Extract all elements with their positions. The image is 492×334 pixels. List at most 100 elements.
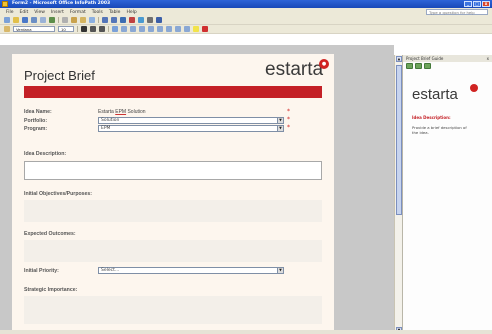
hyperlink-icon[interactable] — [138, 17, 144, 23]
format-painter-icon[interactable] — [89, 17, 95, 23]
copy-icon[interactable] — [71, 17, 77, 23]
task-pane-header: Project Brief Guide x — [403, 55, 492, 62]
window-controls: _ □ x — [464, 1, 490, 7]
status-bar — [0, 330, 492, 334]
window-titlebar: Form2 - Microsoft Office InfoPath 2003 _… — [0, 0, 492, 8]
header-band — [24, 86, 322, 98]
task-pane-close-icon[interactable]: x — [487, 55, 489, 62]
window-title: Form2 - Microsoft Office InfoPath 2003 — [12, 1, 111, 6]
menu-file[interactable]: File — [6, 10, 14, 15]
initial-priority-select[interactable]: Select... ▼ — [98, 267, 284, 274]
form-page: Project Brief estarta ● Idea Name: Estar… — [12, 54, 334, 332]
strategic-importance-input[interactable] — [24, 296, 322, 324]
strategic-importance-label: Strategic Importance: — [24, 287, 78, 293]
font-size-select[interactable]: 10 — [58, 26, 74, 32]
back-icon[interactable] — [406, 63, 413, 69]
open-icon[interactable] — [13, 17, 19, 23]
align-right-icon[interactable] — [130, 26, 136, 32]
align-center-icon[interactable] — [121, 26, 127, 32]
expected-outcomes-input[interactable] — [24, 240, 322, 262]
highlight-icon[interactable] — [193, 26, 199, 32]
portfolio-label: Portfolio: — [24, 118, 48, 124]
required-mark: * — [287, 116, 290, 123]
underline-icon[interactable] — [99, 26, 105, 32]
redo-icon[interactable] — [111, 17, 117, 23]
font-color-icon[interactable] — [202, 26, 208, 32]
required-mark: * — [287, 108, 290, 115]
idea-description-input[interactable] — [24, 161, 322, 180]
close-icon[interactable]: x — [482, 1, 490, 7]
home-icon[interactable] — [424, 63, 431, 69]
italic-icon[interactable] — [90, 26, 96, 32]
idea-name-value-marked: EPM — [115, 109, 127, 115]
task-pane: Project Brief Guide x estarta Idea Descr… — [402, 55, 492, 334]
expected-outcomes-label: Expected Outcomes: — [24, 231, 76, 237]
standard-toolbar — [0, 16, 492, 25]
bullets-icon[interactable] — [166, 26, 172, 32]
menu-view[interactable]: View — [34, 10, 45, 15]
initial-objectives-input[interactable] — [24, 200, 322, 222]
vertical-scrollbar[interactable]: ▲ ▼ — [394, 55, 402, 334]
font-name-select[interactable]: Verdana — [13, 26, 55, 32]
menu-help[interactable]: Help — [126, 10, 136, 15]
numbering-icon[interactable] — [157, 26, 163, 32]
dropdown-arrow-icon[interactable]: ▼ — [277, 118, 283, 123]
menu-insert[interactable]: Insert — [51, 10, 64, 15]
justify-icon[interactable] — [139, 26, 145, 32]
task-pane-logo: estarta — [412, 86, 458, 103]
menu-tools[interactable]: Tools — [92, 10, 103, 15]
program-value: EPM — [101, 126, 111, 131]
toolbar-separator — [98, 17, 99, 23]
cut-icon[interactable] — [62, 17, 68, 23]
program-label: Program: — [24, 126, 48, 132]
app-icon — [2, 1, 8, 7]
toolbar-separator — [108, 26, 109, 32]
formatting-toolbar: Verdana 10 — [0, 25, 492, 34]
insert-table-icon[interactable] — [120, 17, 126, 23]
form-canvas: Project Brief estarta ● Idea Name: Estar… — [0, 45, 394, 334]
task-pane-title: Project Brief Guide — [406, 56, 444, 61]
initial-priority-value: Select... — [101, 268, 120, 273]
idea-name-value-prefix: Estarta — [98, 109, 114, 115]
decrease-indent-icon[interactable] — [175, 26, 181, 32]
bold-icon[interactable] — [81, 26, 87, 32]
menu-table[interactable]: Table — [109, 10, 121, 15]
idea-name-value[interactable]: Estarta EPM Solution — [98, 109, 146, 115]
undo-icon[interactable] — [102, 17, 108, 23]
print-icon[interactable] — [31, 17, 37, 23]
spelling-icon[interactable] — [49, 17, 55, 23]
save-icon[interactable] — [22, 17, 28, 23]
estarta-logo: estarta — [265, 59, 324, 80]
form-title: Project Brief — [24, 68, 95, 83]
menu-bar: File Edit View Insert Format Tools Table… — [0, 8, 492, 16]
preview-icon[interactable] — [40, 17, 46, 23]
menu-format[interactable]: Format — [70, 10, 86, 15]
design-icon[interactable] — [147, 17, 153, 23]
task-pane-nav — [406, 63, 431, 69]
menu-edit[interactable]: Edit — [20, 10, 29, 15]
idea-description-label: Idea Description: — [24, 151, 67, 157]
program-select[interactable]: EPM ▼ — [98, 125, 284, 132]
logo-mark: ● — [319, 59, 329, 69]
paste-icon[interactable] — [80, 17, 86, 23]
line-spacing-icon[interactable] — [148, 26, 154, 32]
portfolio-select[interactable]: Solution ▼ — [98, 117, 284, 124]
toolbar-separator — [77, 26, 78, 32]
help-icon[interactable] — [156, 17, 162, 23]
initial-objectives-label: Initial Objectives/Purposes: — [24, 191, 93, 197]
dropdown-arrow-icon[interactable]: ▼ — [277, 126, 283, 131]
maximize-icon[interactable]: □ — [473, 1, 481, 7]
new-icon[interactable] — [4, 17, 10, 23]
styles-icon[interactable] — [4, 26, 10, 32]
insert-picture-icon[interactable] — [129, 17, 135, 23]
portfolio-value: Solution — [101, 118, 120, 123]
dropdown-arrow-icon[interactable]: ▼ — [277, 268, 283, 273]
initial-priority-label: Initial Priority: — [24, 268, 59, 274]
forward-icon[interactable] — [415, 63, 422, 69]
increase-indent-icon[interactable] — [184, 26, 190, 32]
minimize-icon[interactable]: _ — [464, 1, 472, 7]
align-left-icon[interactable] — [112, 26, 118, 32]
task-pane-section-text: Provide a brief description of the idea. — [412, 125, 467, 135]
required-mark: * — [287, 124, 290, 131]
help-search-input[interactable]: Type a question for help — [426, 9, 488, 15]
